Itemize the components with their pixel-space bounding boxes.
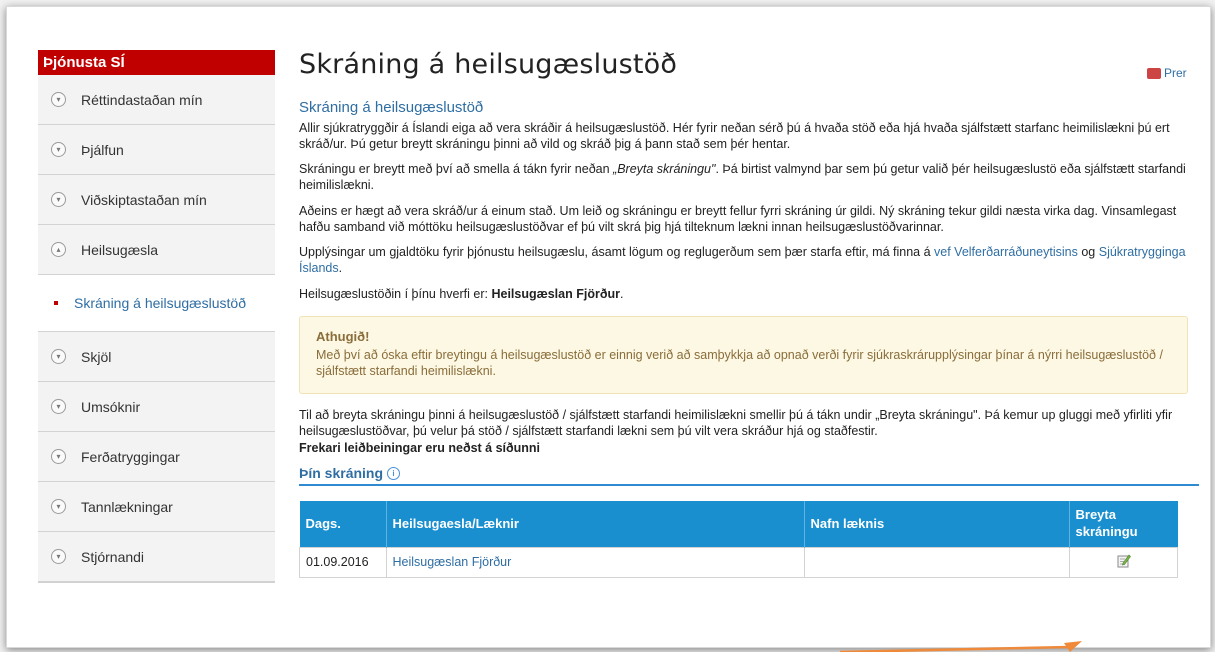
cell-clinic: Heilsugæslan Fjörður [385,546,805,579]
text: Heilsugæslustöðin í þínu hverfi er: [299,286,492,301]
text: Upplýsingar um gjaldtöku fyrir þjónustu … [299,245,935,260]
sidebar-item-label: Þjálfun [81,141,124,158]
sidebar-item-stjornandi[interactable]: ▾ Stjórnandi [38,532,275,582]
sidebar-item-label: Viðskiptastaðan mín [81,191,207,208]
warning-text: Með því að óska eftir breytingu á heilsu… [316,347,1163,378]
content-subtitle: Skráning á heilsugæslustöð [299,99,484,117]
chevron-down-icon: ▾ [51,499,66,514]
sidebar-list: ▾ Réttindastaðan mín ▾ Þjálfun ▾ Viðskiptas… [38,75,275,583]
chevron-down-icon: ▾ [51,349,66,364]
cell-change [1068,546,1178,579]
text: og [1077,245,1099,260]
page-frame: Þjónusta SÍ ▾ Réttindastaðan mín ▾ Þjálfun… [6,6,1211,648]
table-header-row: Dags. Heilsugaesla/Læknir Nafn læknis Br… [299,501,1178,548]
sidebar-item-label: Réttindastaðan mín [81,91,203,108]
section-title: Þín skráning i [299,464,1199,487]
link-velferdarraduneyti[interactable]: vef Velferðarráðuneytisins [934,245,1078,259]
column-header-clinic: Heilsugaesla/Læknir [386,501,805,548]
sidebar-item-rettindastadan[interactable]: ▾ Réttindastaðan mín [38,75,275,125]
instructions-paragraph: Til að breyta skráningu þinni á heilsugæ… [299,407,1199,456]
sidebar-item-label: Umsóknir [81,398,141,415]
fees-paragraph: Upplýsingar um gjaldtöku fyrir þjónustu … [299,244,1199,277]
further-instructions-text: Frekari leiðbeiningar eru neðst á síðunn… [299,440,541,455]
section-title-text: Þín skráning [299,464,384,481]
chevron-down-icon: ▾ [51,192,66,207]
cell-doctor [803,546,1070,579]
chevron-down-icon: ▾ [51,399,66,414]
text: . [338,261,343,276]
sidebar-item-tannlaekningar[interactable]: ▾ Tannlækningar [38,482,275,532]
sidebar-item-label: Tannlækningar [81,498,173,515]
table-row: 01.09.2016 Heilsugæslan Fjörður [299,546,1178,579]
sidebar-item-label: Stjórnandi [81,548,145,565]
chevron-down-icon: ▾ [51,449,66,464]
column-header-doctor: Nafn læknis [804,501,1070,548]
sidebar-item-ferdatryggingar[interactable]: ▾ Ferðatryggingar [38,432,275,482]
sidebar: Þjónusta SÍ ▾ Réttindastaðan mín ▾ Þjálfun… [38,50,275,583]
chevron-down-icon: ▾ [51,92,66,107]
column-header-date: Dags. [299,501,387,548]
sidebar-item-umsoknir[interactable]: ▾ Umsóknir [38,382,275,432]
sidebar-item-label: Ferðatryggingar [81,448,180,465]
sidebar-item-skjol[interactable]: ▾ Skjöl [38,332,275,382]
sidebar-item-label: Heilsugæsla [81,241,159,258]
local-clinic-name: Heilsugæslan Fjörður [491,286,620,301]
page-title: Skráning á heilsugæslustöð [299,49,678,80]
sidebar-item-label: Skráning á heilsugæslustöð [74,295,246,311]
warning-box: Athugið! Með því að óska eftir breytingu… [299,315,1188,395]
warning-title: Athugið! [316,328,370,344]
sidebar-item-label: Skjöl [81,348,112,365]
column-header-change: Breyta skráningu [1069,501,1178,548]
chevron-up-icon: ▴ [51,242,66,257]
bullet-icon [54,301,58,305]
text: . [619,286,624,301]
one-place-paragraph: Aðeins er hægt að vera skráð/ur á einum … [299,203,1177,234]
emphasis-text: „Breyta skráningu" [613,162,716,177]
chevron-down-icon: ▾ [51,549,66,564]
sidebar-item-thjalfun[interactable]: ▾ Þjálfun [38,125,275,175]
change-paragraph: Skráningu er breytt með því að smella á … [299,161,1199,194]
info-icon[interactable]: i [387,466,401,480]
cell-date: 01.09.2016 [299,546,387,579]
intro-paragraph: Allir sjúkratryggðir á Íslandi eiga að v… [299,120,1170,151]
local-clinic-paragraph: Heilsugæslustöðin í þínu hverfi er: Heil… [299,286,1199,302]
edit-icon[interactable] [1117,553,1131,568]
chevron-down-icon: ▾ [51,142,66,157]
clinic-link[interactable]: Heilsugæslan Fjörður [393,555,512,569]
text: Skráningu er breytt með því að smella á … [299,162,614,177]
text: Til að breyta skráningu þinni á heilsugæ… [299,408,1173,439]
sidebar-item-heilsugaesla[interactable]: ▴ Heilsugæsla [38,225,275,275]
sidebar-subitem-skraning[interactable]: Skráning á heilsugæslustöð [38,275,275,332]
sidebar-item-vidskiptastadan[interactable]: ▾ Viðskiptastaðan mín [38,175,275,225]
main-content: Skráning á heilsugæslustöð Skráning á he… [299,47,1199,579]
sidebar-header: Þjónusta SÍ [38,50,275,75]
registration-table: Dags. Heilsugaesla/Læknir Nafn læknis Br… [299,501,1178,579]
